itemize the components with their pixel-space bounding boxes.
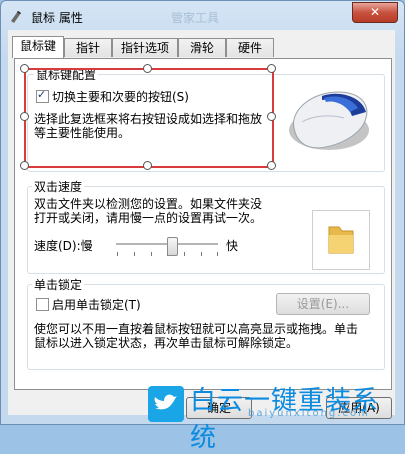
tab-label: 滑轮	[189, 41, 214, 55]
resize-handle[interactable]	[267, 64, 276, 73]
tab-label: 鼠标键	[19, 39, 56, 53]
slider-tick	[134, 252, 135, 256]
slider-tick	[184, 252, 185, 256]
resize-handle[interactable]	[267, 161, 276, 170]
click-lock-checkbox[interactable]	[36, 298, 49, 311]
tab-label: 指针选项	[120, 41, 169, 55]
click-lock-label: 单击锁定	[32, 276, 85, 293]
title-bar[interactable]: 鼠标 属性 管家工具 ✕	[1, 1, 404, 31]
tab-buttons[interactable]: 鼠标键	[12, 36, 64, 58]
watermark-overlay: 白云一键重装系统 baiyunxitong.com	[148, 380, 405, 453]
tab-wheel[interactable]: 滑轮	[178, 38, 226, 57]
slider-tick	[151, 252, 152, 256]
tab-label: 硬件	[237, 41, 262, 55]
tab-label: 指针	[75, 41, 100, 55]
settings-button-label: 设置(E)...	[296, 297, 350, 311]
watermark-top-text: 管家工具	[171, 11, 220, 25]
mouse-app-icon	[11, 11, 21, 23]
bird-icon	[154, 394, 177, 410]
resize-handle[interactable]	[143, 64, 152, 73]
resize-handle[interactable]	[20, 161, 29, 170]
click-lock-description-line2: 鼠标以进入锁定状态，再次单击鼠标可解除锁定。	[34, 336, 299, 350]
slider-tick	[217, 252, 218, 256]
slider-tick	[201, 252, 202, 256]
resize-handle[interactable]	[20, 64, 29, 73]
speed-label: 速度(D):慢	[34, 239, 93, 253]
mouse-illustration	[289, 91, 369, 150]
double-click-label: 双击速度	[32, 178, 85, 195]
resize-handle[interactable]	[143, 161, 152, 170]
close-button[interactable]: ✕	[352, 2, 398, 23]
fast-label: 快	[226, 239, 239, 253]
tab-pointers[interactable]: 指针	[64, 38, 112, 57]
tab-hardware[interactable]: 硬件	[226, 38, 274, 57]
folder-icon[interactable]	[313, 211, 369, 269]
double-click-description-line2: 打开或关闭，请用慢一点的设置再试一次。	[34, 211, 263, 225]
speed-slider-thumb[interactable]	[167, 237, 179, 256]
window-title: 鼠标 属性	[31, 11, 83, 25]
click-lock-enable-label[interactable]: 启用单击锁定(T)	[52, 296, 141, 313]
resize-handle[interactable]	[267, 112, 276, 121]
test-folder-area[interactable]	[312, 210, 370, 270]
slider-tick	[117, 252, 118, 256]
selection-rectangle	[24, 68, 274, 168]
resize-handle[interactable]	[20, 112, 29, 121]
close-icon: ✕	[369, 5, 381, 19]
watermark-logo	[148, 386, 184, 422]
tab-pointer-options[interactable]: 指针选项	[112, 38, 178, 57]
click-lock-settings-button[interactable]: 设置(E)...	[276, 293, 370, 315]
watermark-url: baiyunxitong.com	[248, 408, 370, 419]
